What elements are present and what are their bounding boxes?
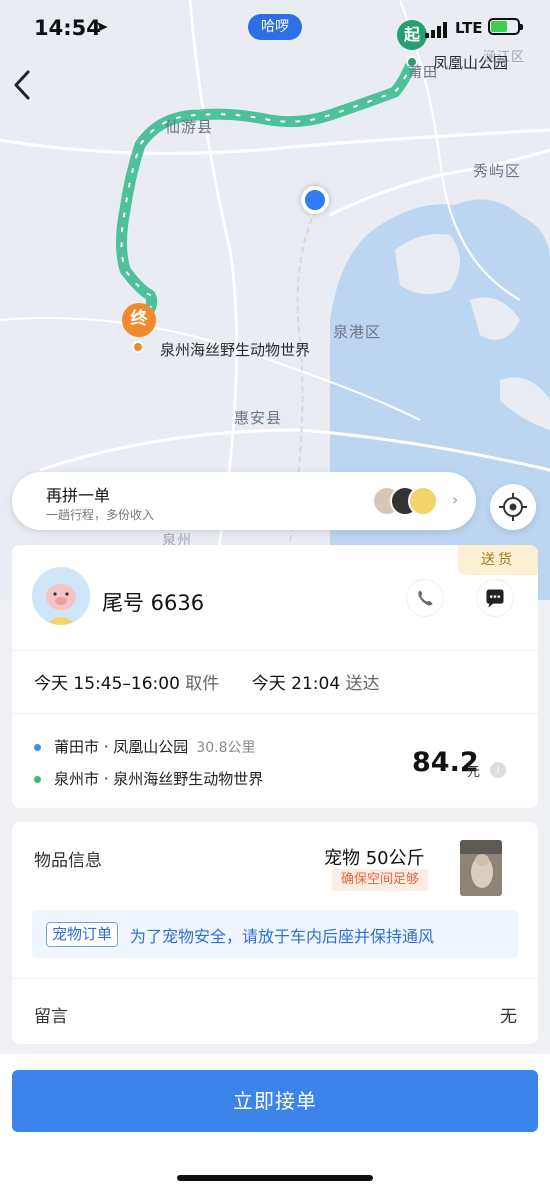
start-marker: 起 [397, 20, 427, 50]
status-time: 14:54 [34, 16, 101, 40]
item-card: 物品信息 宠物 50公斤 确保空间足够 宠物订单 为了宠物安全，请放于车内后座并… [12, 822, 538, 1044]
map-label-quangang: 泉港区 [333, 323, 382, 341]
driver-tail-number: 尾号 6636 [102, 591, 205, 615]
message-icon[interactable] [476, 579, 514, 617]
message-label: 留言 [34, 1007, 68, 1027]
app-pill: 哈啰 [248, 14, 302, 40]
divider [12, 713, 538, 714]
pet-photo[interactable] [460, 840, 502, 896]
order-card: 送货 尾号 6636 今天 15:45–16:00 取件 今天 21:04 送达… [12, 545, 538, 808]
signal-icon [425, 22, 447, 38]
divider [12, 650, 538, 651]
map-label-xianyou: 仙游县 [165, 118, 214, 136]
map-label-xiuyu: 秀屿区 [473, 162, 522, 180]
route-distance: 30.8公里 [196, 740, 256, 756]
current-location-dot [301, 186, 329, 214]
from-address: 莆田市 · 凤凰山公园 [54, 738, 189, 756]
divider [12, 978, 538, 979]
pig-avatar-icon [32, 567, 90, 625]
route-from: 莆田市 · 凤凰山公园 30.8公里 [54, 736, 255, 757]
time-row: 今天 15:45–16:00 取件 今天 21:04 送达 [34, 669, 380, 694]
route-to: 泉州市 · 泉州海丝野生动物世界 [54, 770, 264, 788]
battery-icon [488, 18, 523, 35]
start-place-name: 凤凰山公园 [433, 54, 509, 72]
repool-banner[interactable]: 再拼一单 一趟行程，多份收入 › [12, 472, 476, 530]
repool-avatars [372, 486, 442, 518]
locate-icon[interactable] [490, 484, 536, 530]
location-arrow-icon: ➤ [95, 17, 109, 36]
price-unit: 元 [467, 765, 481, 780]
network-label: LTE [455, 19, 483, 37]
space-warning-tag: 确保空间足够 [332, 869, 428, 891]
message-value: 无 [500, 1007, 517, 1027]
pet-photo-image [460, 840, 502, 896]
pet-notice-text: 为了宠物安全，请放于车内后座并保持通风 [130, 927, 435, 946]
end-place-name: 泉州海丝野生动物世界 [160, 341, 311, 359]
pickup-time: 今天 15:45–16:00 [34, 674, 180, 694]
map-label-huian: 惠安县 [234, 409, 283, 427]
chevron-right-icon: › [452, 490, 459, 509]
pet-notice: 宠物订单 为了宠物安全，请放于车内后座并保持通风 [32, 910, 518, 958]
deliver-label: 送达 [345, 674, 380, 694]
pet-order-tag: 宠物订单 [46, 922, 119, 947]
info-icon[interactable]: i [490, 762, 506, 778]
accept-order-button[interactable]: 立即接单 [12, 1070, 538, 1132]
item-info-value: 宠物 50公斤 [324, 848, 425, 869]
item-info-label: 物品信息 [34, 851, 102, 871]
avatar [32, 567, 90, 625]
end-marker: 终 [122, 303, 156, 337]
from-dot [34, 744, 41, 751]
avatar [408, 486, 438, 516]
deliver-time: 今天 21:04 [251, 674, 341, 694]
pickup-label: 取件 [185, 674, 220, 694]
repool-subtitle: 一趟行程，多份收入 [46, 508, 155, 522]
delivery-tag: 送货 [458, 545, 538, 575]
repool-title: 再拼一单 [46, 486, 111, 505]
phone-icon[interactable] [406, 579, 444, 617]
back-icon[interactable] [10, 68, 34, 102]
home-indicator[interactable] [177, 1175, 373, 1181]
to-dot [34, 776, 41, 783]
